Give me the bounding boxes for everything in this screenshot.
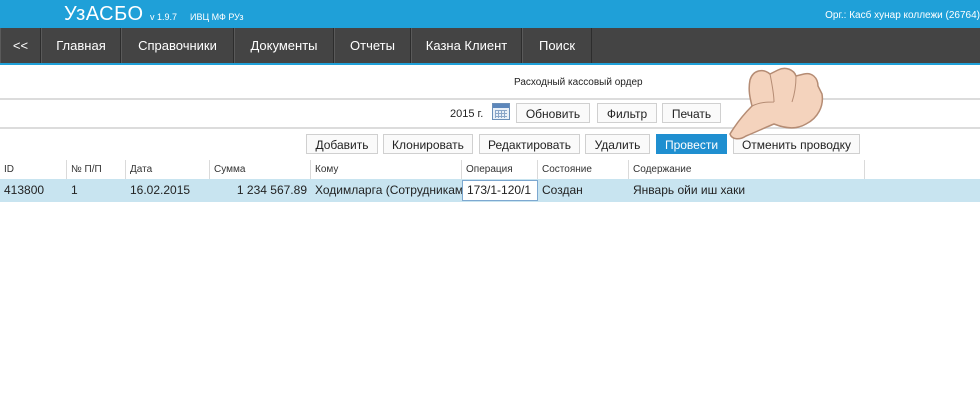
delete-button[interactable]: Удалить [585,134,650,154]
action-toolbar: Добавить Клонировать Редактировать Удали… [0,129,980,157]
app-title: УзАСБО [64,3,144,25]
column-header-amount[interactable]: Сумма [210,160,311,179]
table-header: ID № П/П Дата Сумма Кому Операция Состоя… [0,160,865,180]
app-vendor: ИВЦ МФ РУз [190,12,244,22]
post-button[interactable]: Провести [656,134,727,154]
cell-recipient: Ходимларга (Сотрудникам [315,183,462,197]
column-header-date[interactable]: Дата [126,160,210,179]
refresh-button[interactable]: Обновить [516,103,590,123]
cell-number: 1 [71,183,78,197]
edit-button[interactable]: Редактировать [479,134,580,154]
cell-amount: 1 234 567.89 [236,183,307,197]
cell-id: 413800 [4,183,45,197]
cell-operation-editor[interactable]: 173/1-120/1 [462,180,538,201]
column-header-status[interactable]: Состояние [538,160,629,179]
document-type-title: Расходный кассовый ордер [514,77,643,88]
nav-home[interactable]: Главная [41,28,121,63]
column-header-operation[interactable]: Операция [462,160,538,179]
column-header-recipient[interactable]: Кому [311,160,462,179]
document-caption-bar: Расходный кассовый ордер [0,65,980,100]
print-button[interactable]: Печать [662,103,721,123]
year-label: 2015 г. [450,108,484,120]
column-header-id[interactable]: ID [0,160,67,179]
cell-date: 16.02.2015 [130,183,191,197]
hand-pointer-icon [729,67,824,140]
cell-content: Январь ойи иш хаки [633,183,746,197]
nav-references[interactable]: Справочники [121,28,234,63]
clone-button[interactable]: Клонировать [383,134,473,154]
nav-documents[interactable]: Документы [234,28,334,63]
nav-reports[interactable]: Отчеты [334,28,411,63]
app-header: УзАСБО v 1.9.7 ИВЦ МФ РУз Орг.: Касб хун… [0,0,980,28]
calendar-icon[interactable] [492,103,510,120]
column-header-content[interactable]: Содержание [629,160,865,179]
app-version: v 1.9.7 [150,12,178,22]
nav-search[interactable]: Поиск [522,28,592,63]
organization-label: Орг.: Касб хунар коллежи (26764) [825,10,980,21]
filter-bar: 2015 г. Обновить Фильтр Печать [0,100,980,129]
main-navigation: << Главная Справочники Документы Отчеты … [0,28,980,65]
column-header-number[interactable]: № П/П [67,160,126,179]
nav-treasury-client[interactable]: Казна Клиент [411,28,522,63]
filter-button[interactable]: Фильтр [597,103,657,123]
table-row[interactable]: 413800 1 16.02.2015 1 234 567.89 Ходимла… [0,179,980,202]
add-button[interactable]: Добавить [306,134,378,154]
nav-back-button[interactable]: << [0,28,41,63]
cell-status: Создан [542,183,583,197]
